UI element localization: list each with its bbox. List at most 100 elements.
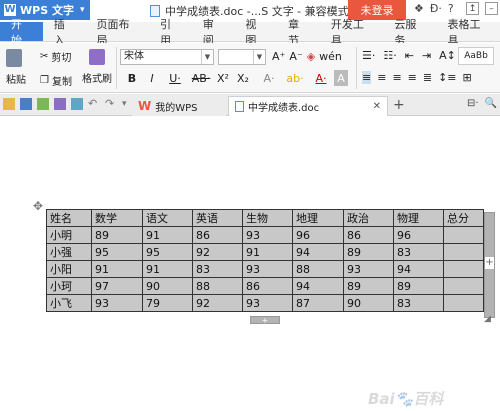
table-header-cell[interactable]: 地理 (292, 209, 344, 227)
tab-table-tools[interactable]: 表格工具 (436, 18, 499, 47)
numbering-icon[interactable]: ☷· (383, 49, 396, 62)
char-shading-icon[interactable]: A (334, 70, 348, 86)
bold-icon[interactable]: B (126, 70, 138, 86)
table-cell[interactable]: 95 (91, 243, 143, 261)
table-header-cell[interactable]: 英语 (192, 209, 243, 227)
table-header-cell[interactable]: 物理 (393, 209, 444, 227)
tab-insert[interactable]: 插入 (43, 18, 86, 47)
table-cell[interactable]: 90 (343, 294, 394, 312)
table-cell[interactable]: 小飞 (46, 294, 92, 312)
redo-icon[interactable]: ↷ (105, 98, 117, 110)
score-table[interactable]: 姓名 数学 语文 英语 生物 地理 政治 物理 总分 小明 89 91 86 9… (46, 209, 484, 312)
strikethrough-icon[interactable]: AB· (190, 70, 212, 86)
grow-font-icon[interactable]: A⁺ (272, 50, 285, 63)
table-cell[interactable]: 93 (242, 294, 293, 312)
table-cell[interactable]: 89 (343, 243, 394, 261)
copy-button[interactable]: ❐ 复制 (40, 73, 72, 88)
table-cell[interactable]: 89 (393, 277, 444, 295)
table-cell[interactable]: 91 (242, 243, 293, 261)
table-cell[interactable]: 97 (91, 277, 143, 295)
table-cell[interactable] (443, 260, 484, 278)
tab-developer[interactable]: 开发工具 (320, 18, 383, 47)
tab-references[interactable]: 引用 (149, 18, 192, 47)
skin-icon[interactable]: ❖ (414, 2, 424, 15)
tab-home[interactable]: 开始 (0, 18, 43, 47)
justify-icon[interactable]: ≡ (408, 71, 417, 84)
table-cell[interactable]: 小强 (46, 243, 92, 261)
indent-icon[interactable]: ⇥ (422, 49, 431, 62)
table-cell[interactable]: 小阳 (46, 260, 92, 278)
table-cell[interactable]: 94 (292, 243, 344, 261)
tab-sections[interactable]: 章节 (277, 18, 320, 47)
table-cell[interactable]: 94 (393, 260, 444, 278)
add-column-bar[interactable]: + (484, 212, 495, 318)
table-cell[interactable]: 小珂 (46, 277, 92, 295)
tab-page-layout[interactable]: 页面布局 (85, 18, 148, 47)
table-header-cell[interactable]: 政治 (343, 209, 394, 227)
undo-icon[interactable]: ↶ (88, 98, 100, 110)
close-icon[interactable]: ✕ (373, 101, 381, 112)
table-cell[interactable]: 96 (393, 226, 444, 244)
bullets-icon[interactable]: ☰· (362, 49, 375, 62)
table-cell[interactable]: 88 (292, 260, 344, 278)
table-cell[interactable]: 96 (292, 226, 344, 244)
table-cell[interactable]: 90 (142, 277, 193, 295)
sort-icon[interactable]: A↕ (439, 49, 456, 62)
table-cell[interactable]: 91 (142, 260, 193, 278)
text-effect-icon[interactable]: A· (258, 70, 280, 86)
clear-format-icon[interactable]: ◈ (307, 50, 315, 63)
table-cell[interactable]: 86 (192, 226, 243, 244)
subscript-icon[interactable]: X₂ (236, 70, 250, 86)
table-cell[interactable]: 91 (91, 260, 143, 278)
export-pdf-icon[interactable] (37, 98, 49, 110)
tab-document[interactable]: 中学成绩表.doc ✕ (228, 96, 388, 116)
table-header-cell[interactable]: 数学 (91, 209, 143, 227)
print-preview-icon[interactable] (71, 98, 83, 110)
tab-my-wps[interactable]: W 我的WPS (132, 96, 226, 116)
table-cell[interactable] (443, 226, 484, 244)
table-cell[interactable]: 86 (242, 277, 293, 295)
paste-button[interactable]: 粘贴 (6, 49, 26, 86)
minimize-icon[interactable]: – (485, 2, 498, 15)
distribute-icon[interactable]: ≣ (423, 71, 432, 84)
table-header-cell[interactable]: 语文 (142, 209, 193, 227)
align-right-icon[interactable]: ≡ (392, 71, 401, 84)
highlight-icon[interactable]: ab· (284, 70, 306, 86)
borders-icon[interactable]: ⊞ (463, 71, 472, 84)
table-cell[interactable]: 88 (192, 277, 243, 295)
table-resize-handle-icon[interactable]: ◢ (484, 314, 494, 324)
align-center-icon[interactable]: ≡ (377, 71, 386, 84)
table-cell[interactable] (443, 243, 484, 261)
table-header-cell[interactable]: 生物 (242, 209, 293, 227)
align-left-icon[interactable]: ≡ (362, 71, 372, 84)
font-size-select[interactable]: ▼ (218, 49, 266, 65)
table-cell[interactable]: 89 (343, 277, 394, 295)
new-tab-button[interactable]: + (393, 97, 405, 113)
cut-button[interactable]: ✂ 剪切 (40, 49, 71, 64)
table-header-cell[interactable]: 总分 (443, 209, 484, 227)
table-cell[interactable]: 92 (192, 294, 243, 312)
styles-button[interactable]: AaBb (458, 47, 494, 65)
table-cell[interactable]: 93 (242, 260, 293, 278)
search-icon[interactable]: 🔍 (485, 98, 497, 109)
restore-icon[interactable]: ↥ (466, 2, 479, 15)
format-painter-button[interactable]: 格式刷 (82, 49, 112, 85)
tab-review[interactable]: 审阅 (192, 18, 235, 47)
table-cell[interactable]: 91 (142, 226, 193, 244)
table-cell[interactable]: 92 (192, 243, 243, 261)
tab-cloud[interactable]: 云服务 (383, 18, 436, 47)
table-cell[interactable]: 86 (343, 226, 394, 244)
line-spacing-icon[interactable]: ↕≡ (438, 71, 456, 84)
table-cell[interactable]: 83 (393, 243, 444, 261)
save-icon[interactable] (20, 98, 32, 110)
table-cell[interactable] (443, 277, 484, 295)
table-cell[interactable]: 95 (142, 243, 193, 261)
italic-icon[interactable]: I (146, 70, 158, 86)
table-header-cell[interactable]: 姓名 (46, 209, 92, 227)
table-cell[interactable]: 89 (91, 226, 143, 244)
add-row-bar[interactable]: + (250, 316, 280, 325)
table-cell[interactable]: 94 (292, 277, 344, 295)
table-cell[interactable]: 79 (142, 294, 193, 312)
table-cell[interactable]: 87 (292, 294, 344, 312)
font-name-select[interactable]: 宋体 ▼ (120, 49, 214, 65)
